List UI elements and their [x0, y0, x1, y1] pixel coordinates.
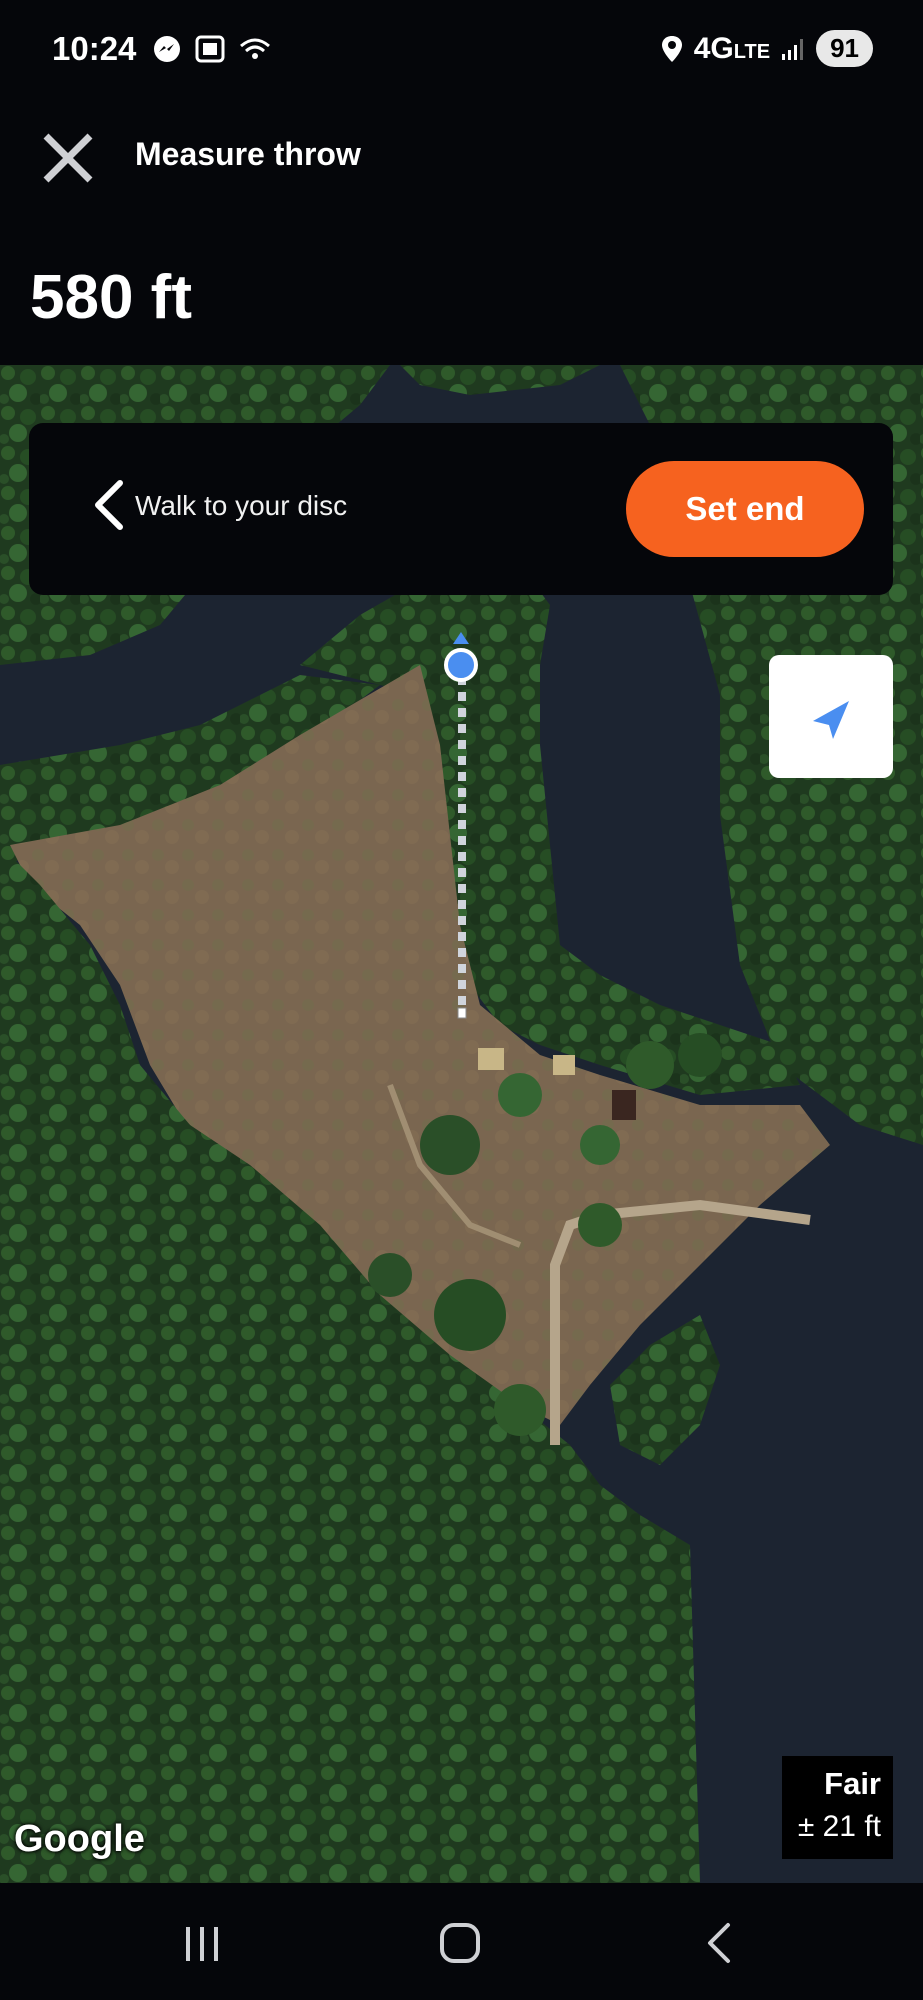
system-status: 4GLTE 91 — [660, 30, 873, 67]
back-icon[interactable] — [690, 1913, 750, 1973]
recents-icon[interactable] — [172, 1913, 232, 1973]
recenter-button[interactable] — [769, 655, 893, 778]
system-nav-bar — [0, 1883, 923, 2000]
close-icon[interactable] — [40, 130, 96, 186]
status-bar: 10:24 4GLTE 91 — [0, 0, 923, 100]
accuracy-label: Fair — [824, 1766, 881, 1801]
gps-accuracy-badge: Fair ± 21 ft — [782, 1756, 893, 1859]
wifi-icon — [240, 38, 270, 59]
notification-icons — [152, 34, 272, 64]
signal-icon — [782, 38, 804, 60]
map-attribution: Google — [14, 1818, 145, 1860]
instruction-text: Walk to your disc — [135, 490, 348, 521]
home-icon[interactable] — [430, 1913, 490, 1973]
location-pin-icon — [661, 35, 682, 62]
instruction-card: Walk to your disc Set end — [29, 423, 893, 595]
navigation-arrow-icon — [813, 701, 849, 739]
network-type: 4GLTE — [693, 31, 771, 65]
accuracy-value: ± 21 ft — [797, 1810, 881, 1843]
battery-level: 91 — [816, 30, 873, 67]
set-end-button[interactable]: Set end — [626, 461, 864, 557]
page-title: Measure throw — [135, 136, 361, 172]
throw-distance: 580 ft — [30, 263, 192, 332]
current-location-dot — [444, 632, 478, 682]
messenger-icon — [154, 36, 180, 62]
screenshot-icon — [195, 35, 225, 63]
status-time: 10:24 — [52, 30, 137, 67]
